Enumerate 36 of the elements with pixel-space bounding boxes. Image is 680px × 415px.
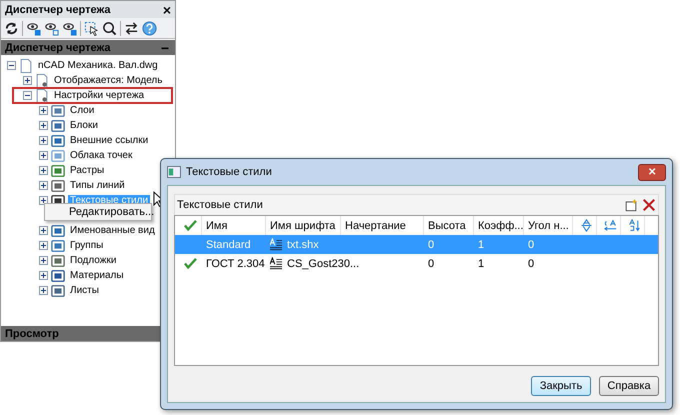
collapse-button[interactable]: − (160, 40, 169, 56)
tree-item[interactable]: Группы (68, 240, 106, 251)
tree-item[interactable]: nCAD Механика. Вал.dwg (36, 60, 160, 71)
group-label: Текстовые стили (177, 199, 263, 211)
tree-item[interactable]: Подложки (68, 255, 118, 266)
dialog-button[interactable]: Справка (599, 376, 659, 396)
preview-title: Просмотр (5, 328, 59, 340)
tree-item[interactable]: Внешние ссылки (68, 135, 150, 146)
table-cell-text: 0 (527, 238, 536, 250)
table-cell-text: 0 (427, 238, 436, 250)
panel-title: Диспетчер чертежа (5, 4, 110, 16)
table-cell-text: 0 (427, 258, 436, 270)
close-button[interactable]: ✕ (638, 164, 666, 180)
tree-item[interactable]: Растры (68, 165, 106, 176)
table-row[interactable]: ГОСТ 2.304 CS_Gost230... 0 1 0 (175, 254, 658, 273)
table-cell-text: 1 (477, 258, 486, 270)
table-cell-text: 0 (527, 258, 536, 270)
dialog-button[interactable]: Закрыть (531, 376, 591, 396)
tree-item[interactable]: Листы (68, 285, 101, 296)
tree-item[interactable]: Типы линий (68, 180, 127, 191)
menu-item[interactable]: Редактировать... (69, 206, 154, 218)
tree-item[interactable]: Материалы (68, 270, 126, 281)
section-title: Диспетчер чертежа (5, 42, 110, 54)
table-cell-text: Standard (205, 238, 252, 250)
tree-item[interactable]: Настройки чертежа (52, 90, 146, 101)
tree-item[interactable]: Именованные вид (68, 225, 157, 236)
tree-item[interactable]: Слои (68, 105, 96, 116)
tree-item[interactable]: Отображается: Модель (52, 75, 164, 86)
table-cell: txt.shx (287, 238, 319, 250)
table-cell-text: ГОСТ 2.304 (205, 258, 266, 270)
dialog-title: Текстовые стили (186, 166, 272, 178)
tree-item[interactable]: Блоки (68, 120, 100, 131)
table-cell: CS_Gost230... (287, 258, 360, 270)
table-cell-text: 1 (477, 238, 486, 250)
close-button[interactable]: × (162, 2, 171, 18)
tree-item[interactable]: Облака точек (68, 150, 134, 161)
